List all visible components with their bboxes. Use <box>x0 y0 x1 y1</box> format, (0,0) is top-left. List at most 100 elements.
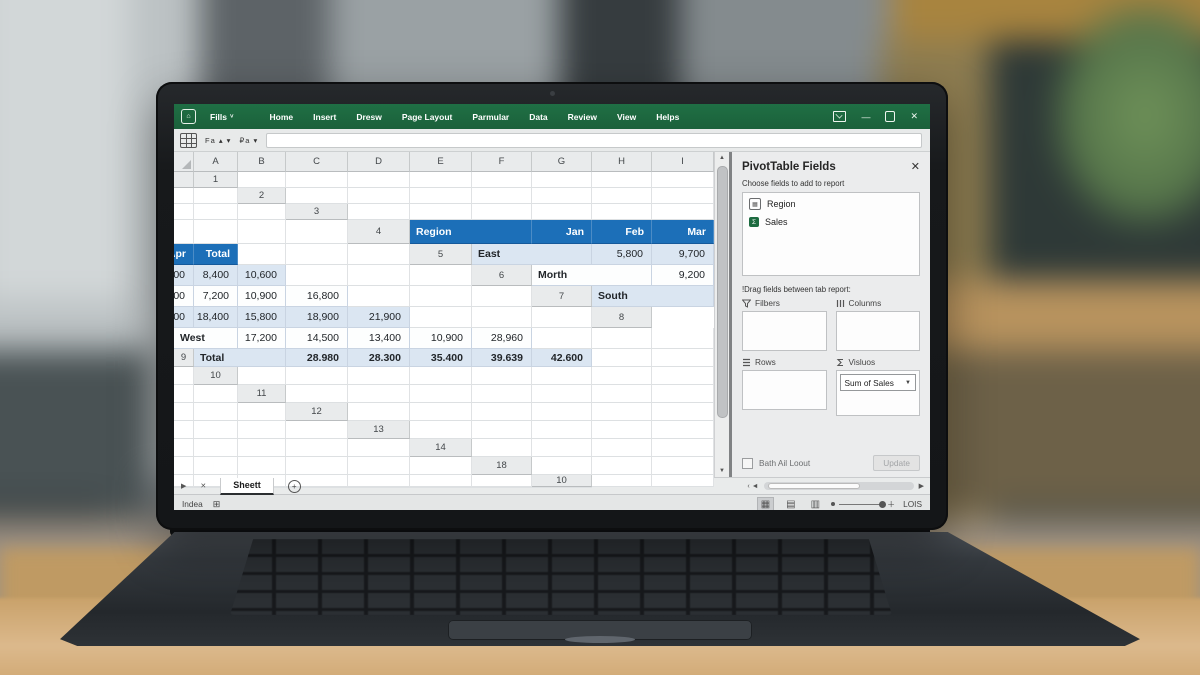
cell[interactable] <box>174 220 194 244</box>
cell[interactable] <box>238 421 286 439</box>
cell[interactable] <box>592 457 652 475</box>
ribbon-tab-view[interactable]: View <box>607 112 646 122</box>
name-box-grid-icon[interactable] <box>180 133 197 148</box>
row-header-10[interactable]: 10 <box>194 367 238 385</box>
cell[interactable] <box>238 244 286 265</box>
column-header-D[interactable]: D <box>348 152 410 172</box>
cell[interactable] <box>410 204 472 220</box>
table-cell[interactable]: 9,200 <box>652 265 714 286</box>
font-tools-icon[interactable]: Fа ▴ ▾ <box>205 136 231 145</box>
cell[interactable] <box>348 367 410 385</box>
cell[interactable] <box>348 172 410 188</box>
cell[interactable] <box>348 286 410 307</box>
zoom-slider[interactable]: ＋ <box>831 499 895 510</box>
cell[interactable] <box>174 204 194 220</box>
cell[interactable] <box>410 188 472 204</box>
table-cell[interactable]: 10,900 <box>238 286 286 307</box>
add-sheet-button[interactable]: + <box>288 480 301 493</box>
cell[interactable] <box>286 172 348 188</box>
column-header-A[interactable]: A <box>194 152 238 172</box>
table-cell[interactable]: 5,800 <box>592 244 652 265</box>
cell[interactable] <box>532 172 592 188</box>
values-dropzone[interactable]: Sum of Sales ▼ <box>836 370 921 416</box>
sum-of-sales-dropdown[interactable]: Sum of Sales ▼ <box>840 374 917 391</box>
cell[interactable] <box>592 172 652 188</box>
table-cell[interactable]: 35.400 <box>410 349 472 367</box>
table-header-cell[interactable]: Jan <box>532 220 592 244</box>
cell[interactable] <box>652 172 714 188</box>
vertical-scroll-thumb[interactable] <box>717 166 728 418</box>
table-cell[interactable]: 28.980 <box>286 349 348 367</box>
columns-dropzone[interactable] <box>836 311 921 351</box>
row-header-1[interactable]: 1 <box>194 172 238 188</box>
cell[interactable] <box>532 487 592 488</box>
cell[interactable] <box>348 457 410 475</box>
cell[interactable] <box>348 244 410 265</box>
table-header-cell[interactable]: Total <box>194 244 238 265</box>
normal-view-icon[interactable]: ▦ <box>757 497 774 511</box>
cell[interactable] <box>348 439 410 457</box>
cell[interactable] <box>238 367 286 385</box>
cell[interactable] <box>532 403 592 421</box>
horizontal-scroll-thumb[interactable] <box>768 483 860 489</box>
row-header-8[interactable]: 8 <box>592 307 652 328</box>
cell[interactable] <box>348 403 410 421</box>
cell[interactable] <box>410 265 472 286</box>
cell[interactable] <box>238 403 286 421</box>
cell[interactable] <box>652 457 714 475</box>
cell[interactable] <box>286 220 348 244</box>
cell[interactable] <box>652 403 714 421</box>
defer-layout-checkbox[interactable] <box>742 458 753 469</box>
table-cell[interactable]: 7,600 <box>174 265 194 286</box>
cell[interactable] <box>174 188 194 204</box>
cell[interactable] <box>238 172 286 188</box>
cell[interactable] <box>652 204 714 220</box>
cell[interactable] <box>472 475 532 487</box>
vertical-scrollbar[interactable]: ▲ ▼ <box>714 152 729 477</box>
row-header-12[interactable]: 12 <box>286 403 348 421</box>
table-cell[interactable]: Morth <box>532 265 652 286</box>
cell[interactable] <box>238 457 286 475</box>
cell[interactable] <box>532 385 592 403</box>
macro-record-icon[interactable]: ⊞ <box>213 499 221 510</box>
hscroll-right-icon[interactable]: ▶ <box>919 482 924 490</box>
cell[interactable] <box>472 307 532 328</box>
table-cell[interactable]: 15,800 <box>238 307 286 328</box>
cell[interactable] <box>194 439 238 457</box>
cell[interactable] <box>592 403 652 421</box>
cell[interactable] <box>174 439 194 457</box>
ribbon-tab-parmular[interactable]: Parmular <box>462 112 519 122</box>
row-header-13[interactable]: 13 <box>348 421 410 439</box>
cell[interactable] <box>532 204 592 220</box>
table-cell[interactable]: 6,500 <box>174 286 194 307</box>
cell[interactable] <box>652 188 714 204</box>
row-header-18[interactable]: 18 <box>472 457 532 475</box>
cell[interactable] <box>286 457 348 475</box>
maximize-button[interactable] <box>885 111 895 122</box>
table-cell[interactable]: 11,600 <box>174 307 194 328</box>
cell[interactable] <box>238 204 286 220</box>
cell[interactable] <box>652 349 714 367</box>
cell[interactable] <box>286 421 348 439</box>
cell[interactable] <box>410 403 472 421</box>
cell[interactable] <box>472 385 532 403</box>
cell[interactable] <box>194 220 238 244</box>
sheet-tab[interactable]: Sheett <box>220 478 274 495</box>
table-cell[interactable]: 10,900 <box>410 328 472 349</box>
table-cell[interactable]: 13,400 <box>348 328 410 349</box>
cell[interactable] <box>238 439 286 457</box>
mail-icon[interactable] <box>833 111 846 122</box>
cell[interactable] <box>592 439 652 457</box>
table-cell[interactable]: Total <box>194 349 286 367</box>
field-item-sales[interactable]: ΣSales <box>749 217 913 227</box>
page-layout-view-icon[interactable]: ▤ <box>783 498 798 511</box>
cell[interactable] <box>286 244 348 265</box>
cell[interactable] <box>592 204 652 220</box>
cell[interactable] <box>286 188 348 204</box>
row-header-9[interactable]: 9 <box>174 349 194 367</box>
cell[interactable] <box>592 421 652 439</box>
ribbon-tab-review[interactable]: Review <box>558 112 607 122</box>
zoom-knob[interactable] <box>879 501 886 508</box>
cell[interactable] <box>410 367 472 385</box>
table-header-cell[interactable]: Feb <box>592 220 652 244</box>
